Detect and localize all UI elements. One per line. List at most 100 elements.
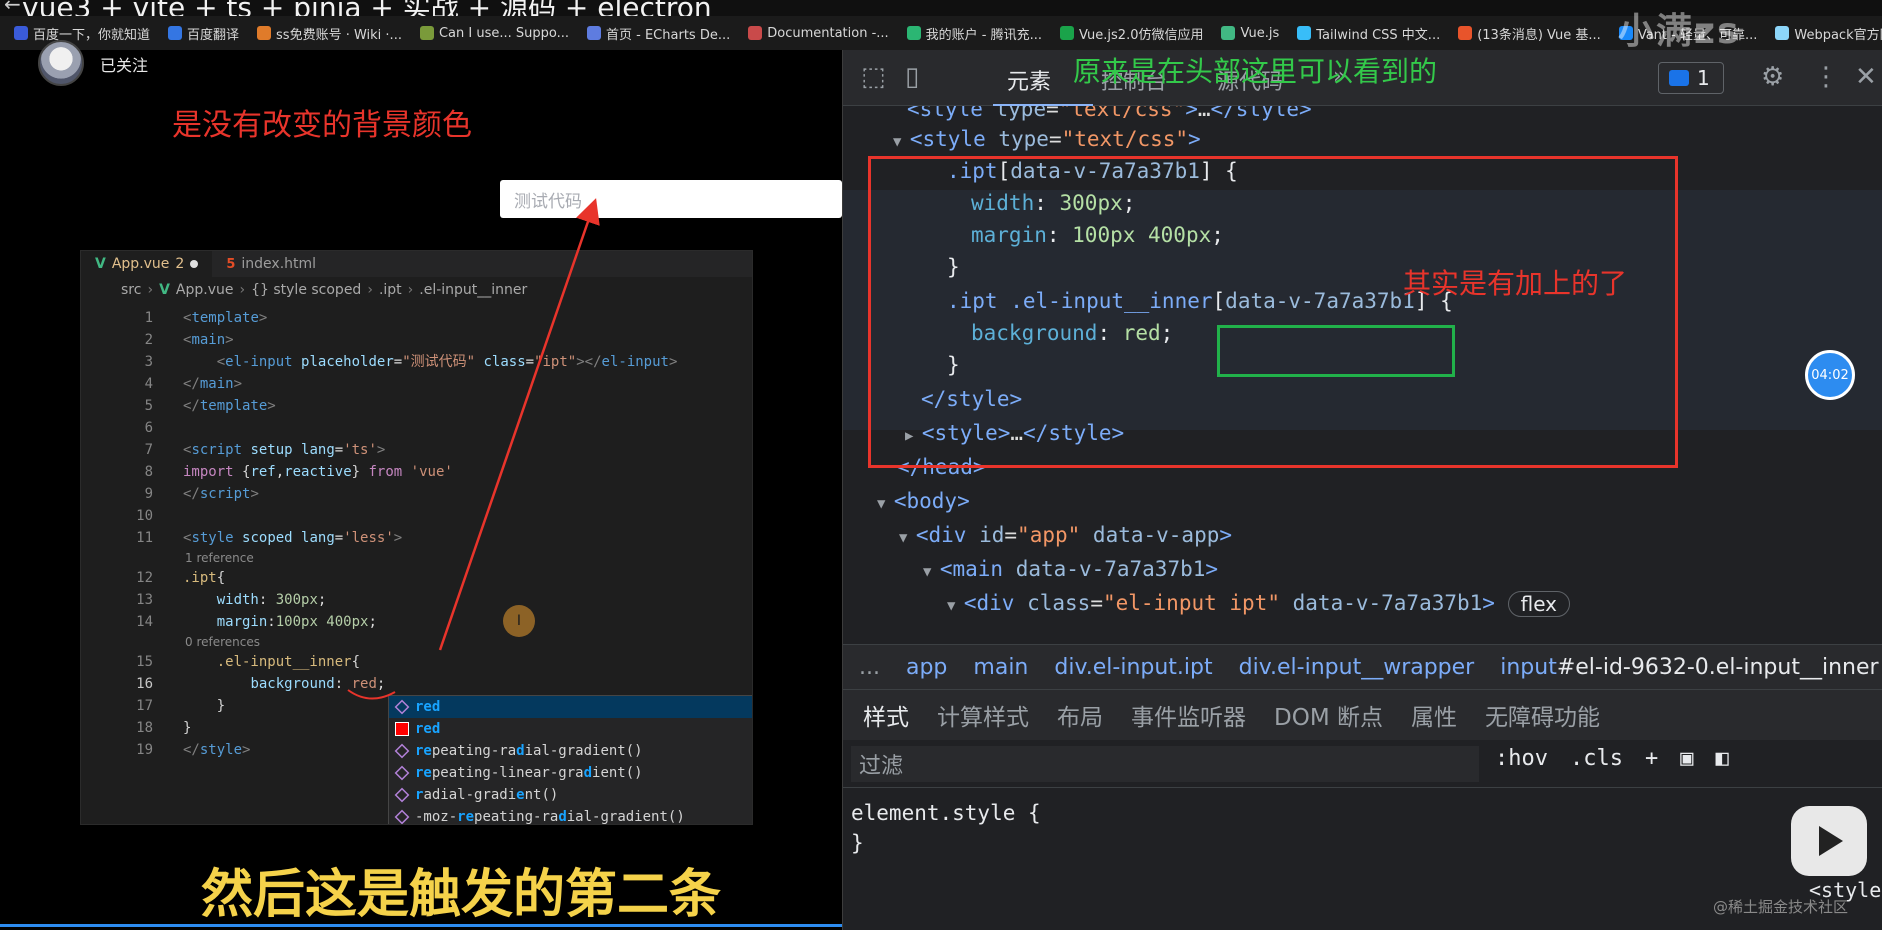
- bookmark-item[interactable]: 百度一下，你就知道: [14, 24, 150, 43]
- breadcrumb-item-selected[interactable]: input#el-id-9632-0.el-input__inner: [1500, 655, 1878, 680]
- bookmark-label: ss免费账号 · Wiki ·...: [276, 27, 402, 43]
- problem-count-badge: 2: [175, 256, 185, 272]
- dom-node[interactable]: ▼ <div id="app" data-v-app>: [899, 518, 1232, 552]
- code-editor-window: V App.vue 2 5 index.html src › V App.vue…: [80, 250, 753, 825]
- editor-tab-index-html[interactable]: 5 index.html: [212, 251, 330, 277]
- code-area[interactable]: 1 <template> 2 <main> 3 <el-input placehol…: [81, 307, 752, 761]
- chevron-right-icon: ›: [147, 282, 154, 298]
- tab-elements[interactable]: 元素: [1007, 64, 1051, 96]
- breadcrumb-more[interactable]: ...: [859, 655, 880, 680]
- inspect-element-icon[interactable]: ⬚: [861, 62, 886, 92]
- hov-toggle[interactable]: :hov: [1495, 746, 1548, 771]
- bookmark-favicon-icon: [14, 26, 28, 40]
- breadcrumb-item[interactable]: .ipt: [379, 282, 402, 298]
- dom-node[interactable]: ▼ <main data-v-7a7a37b1>: [923, 552, 1218, 586]
- annotation-visible-in-head: 原来是在头部这里可以看到的: [1073, 55, 1438, 88]
- bookmark-item[interactable]: Webpack官方网...: [1775, 24, 1882, 43]
- bookmark-label: 我的账户 - 腾讯充...: [925, 27, 1043, 43]
- device-toolbar-icon[interactable]: ▯: [905, 62, 919, 92]
- suggestion-item[interactable]: repeating-linear-gradient(): [389, 762, 752, 784]
- autocomplete-suggestions[interactable]: red red repeating-radial-gradient() repeati…: [388, 695, 752, 824]
- breadcrumb-item[interactable]: .el-input__inner: [419, 282, 527, 298]
- video-subtitle: 然后这是触发的第二条: [200, 865, 721, 925]
- annotation-green-box: [1217, 325, 1455, 377]
- tab-dom-breakpoints[interactable]: DOM 断点: [1274, 698, 1383, 732]
- code-line: 14 margin:100px 400px;: [136, 614, 377, 630]
- flex-badge[interactable]: flex: [1507, 591, 1570, 617]
- codelens-reference-hint[interactable]: 1 reference: [81, 549, 752, 567]
- bookmark-item[interactable]: Documentation -...: [748, 26, 889, 41]
- bookmark-item[interactable]: ss免费账号 · Wiki ·...: [257, 24, 402, 43]
- bookmark-favicon-icon: [1060, 26, 1075, 40]
- tab-event-listeners[interactable]: 事件监听器: [1131, 698, 1246, 732]
- bookmark-label: Vue.js: [1240, 25, 1280, 41]
- cls-toggle[interactable]: .cls: [1570, 746, 1623, 771]
- bookmark-item[interactable]: Can I use... Suppo...: [419, 25, 570, 41]
- breadcrumb-item[interactable]: App.vue: [176, 282, 234, 298]
- breadcrumb-item[interactable]: main: [973, 655, 1028, 680]
- issues-button[interactable]: 1: [1658, 62, 1724, 94]
- code-line: 7 <script setup lang='ts'>: [144, 442, 386, 458]
- breadcrumb-item[interactable]: div.el-input.ipt: [1054, 655, 1212, 680]
- bookmark-item[interactable]: Vue.js: [1221, 26, 1279, 41]
- bookmark-item[interactable]: 百度翻译: [168, 24, 239, 43]
- suggestion-item[interactable]: red: [389, 696, 752, 718]
- dom-node[interactable]: ▼ <body>: [877, 484, 970, 518]
- code-line: 8 import {ref,reactive} from 'vue': [144, 464, 453, 480]
- dom-node[interactable]: ▼ <div class="el-input ipt" data-v-7a7a3…: [947, 586, 1570, 620]
- editor-tab-label: App.vue: [111, 256, 170, 272]
- styles-filter-input[interactable]: 过滤: [851, 746, 1479, 782]
- code-line: 3 <el-input placeholder="测试代码" class="ip…: [144, 354, 678, 370]
- suggestion-item[interactable]: radial-gradient(): [389, 784, 752, 806]
- dom-tree[interactable]: <style type="text/css">…</style> ▼ <styl…: [843, 106, 1882, 664]
- bookmark-item[interactable]: Tailwind CSS 中文...: [1297, 24, 1440, 43]
- video-progress-bar[interactable]: [0, 924, 842, 927]
- dom-node[interactable]: ▼ <style type="text/css">: [893, 122, 1201, 156]
- breadcrumb-item[interactable]: app: [906, 655, 947, 680]
- editor-tab-app-vue[interactable]: V App.vue 2: [81, 251, 213, 277]
- gear-icon[interactable]: ⚙: [1761, 62, 1784, 92]
- paint-brush-icon[interactable]: ▣: [1680, 746, 1693, 771]
- breadcrumb-item[interactable]: {} style scoped: [251, 282, 361, 298]
- toggle-sidebar-icon[interactable]: ◧: [1715, 746, 1728, 771]
- element-style-rule[interactable]: element.style {}: [851, 798, 1041, 858]
- editor-breadcrumb: src › V App.vue › {} style scoped › .ipt…: [81, 279, 527, 301]
- issues-icon: [1669, 70, 1689, 86]
- bookmark-label: Vue.js2.0仿微信应用: [1079, 27, 1204, 43]
- chevron-right-icon: ›: [407, 282, 414, 298]
- breadcrumb-item[interactable]: src: [121, 282, 141, 298]
- uploader-avatar[interactable]: [38, 40, 84, 86]
- close-icon[interactable]: ✕: [1855, 62, 1877, 92]
- bookmark-item[interactable]: Vue.js2.0仿微信应用: [1060, 24, 1203, 43]
- add-rule-button[interactable]: +: [1645, 746, 1658, 771]
- breadcrumb-item[interactable]: div.el-input__wrapper: [1239, 655, 1475, 680]
- code-line: 6: [144, 420, 153, 436]
- bookmark-item[interactable]: 我的账户 - 腾讯充...: [906, 24, 1043, 43]
- bookmark-item[interactable]: 首页 - ECharts De...: [587, 24, 730, 43]
- codelens-reference-hint[interactable]: 0 references: [81, 633, 752, 651]
- suggestion-item[interactable]: -moz-repeating-radial-gradient(): [389, 806, 752, 824]
- suggestion-item[interactable]: red: [389, 718, 752, 740]
- preview-el-input[interactable]: 测试代码: [500, 180, 842, 218]
- bookmark-label: Can I use... Suppo...: [438, 25, 570, 41]
- tab-accessibility[interactable]: 无障碍功能: [1485, 698, 1600, 732]
- code-line: 15 .el-input__inner{: [136, 654, 361, 670]
- tab-computed[interactable]: 计算样式: [937, 698, 1029, 732]
- suggestion-item[interactable]: repeating-radial-gradient(): [389, 740, 752, 762]
- vue-file-icon: V: [95, 256, 106, 272]
- uploader-watermark: 小满zs: [1618, 11, 1741, 52]
- bookmark-item[interactable]: (13条消息) Vue 基...: [1458, 24, 1601, 43]
- tab-layout[interactable]: 布局: [1057, 698, 1103, 732]
- code-line: 13 width: 300px;: [136, 592, 327, 608]
- follow-status-label[interactable]: 已关注: [100, 52, 148, 76]
- value-icon: [394, 809, 410, 824]
- back-arrow-icon[interactable]: ←: [4, 0, 21, 16]
- tab-properties[interactable]: 属性: [1411, 698, 1457, 732]
- code-line: 1 <template>: [144, 310, 268, 326]
- suggestion-label: red: [415, 721, 441, 737]
- tab-styles[interactable]: 样式: [857, 698, 915, 745]
- vue-file-icon: V: [159, 282, 170, 298]
- chevron-right-icon: ›: [367, 282, 373, 298]
- more-options-icon[interactable]: ⋮: [1813, 62, 1839, 92]
- annotation-background-unchanged: 是没有改变的背景颜色: [172, 108, 472, 143]
